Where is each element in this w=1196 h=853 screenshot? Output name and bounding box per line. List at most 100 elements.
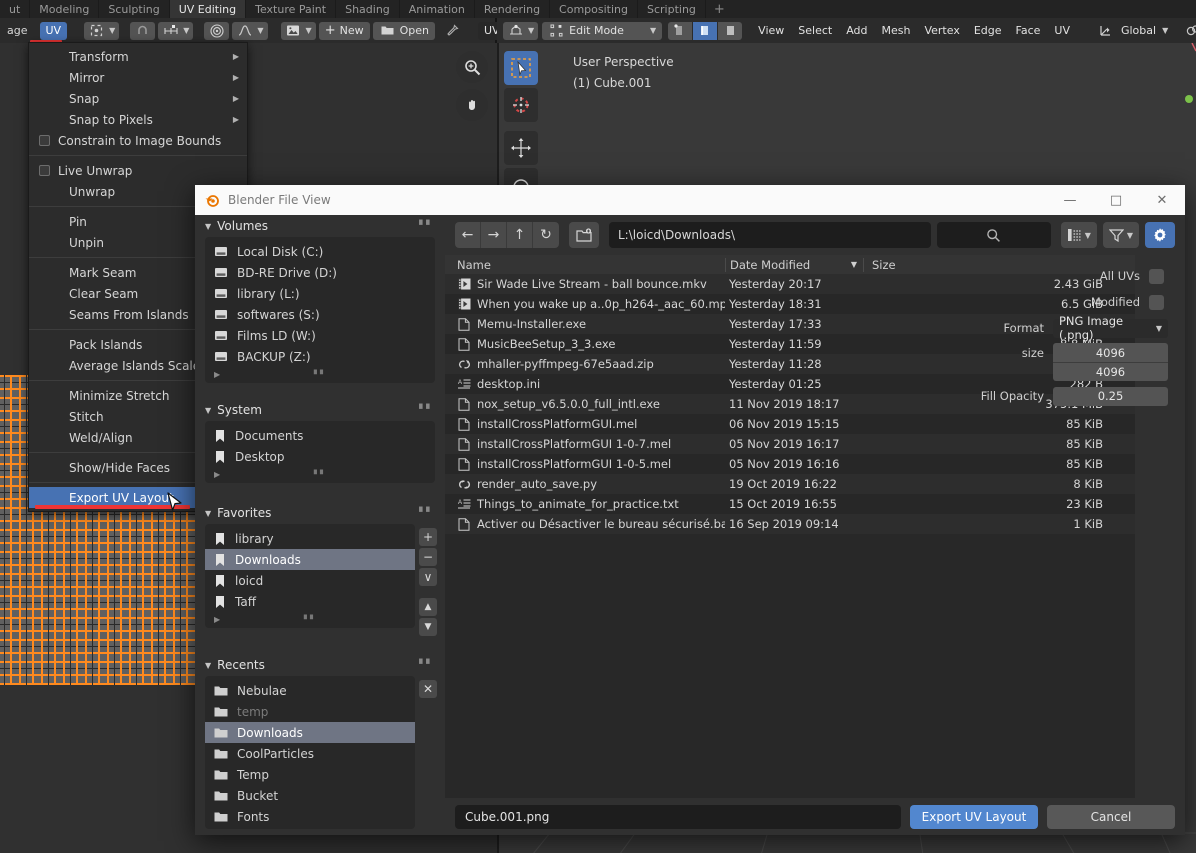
sidebar-item-temp[interactable]: temp [205,701,415,722]
modified-checkbox[interactable] [1149,294,1164,310]
sidebar-item-nebulae[interactable]: Nebulae [205,680,415,701]
sidebar-item-backup-z-[interactable]: BACKUP (Z:) [205,346,435,367]
menu-checkbox[interactable] [39,165,50,176]
sidebar-item-bucket[interactable]: Bucket [205,785,415,806]
view3d-menu-edge[interactable]: Edge [968,22,1008,40]
expand-triangle-icon[interactable]: ▶ [214,470,220,479]
sidebar-item-softwares-s-[interactable]: softwares (S:) [205,304,435,325]
size-y-field[interactable]: 4096 [1053,362,1168,381]
uv-select-mode-button[interactable]: UV [39,21,68,40]
workspace-tab-uv-editing[interactable]: UV Editing [169,0,247,18]
zoom-gizmo[interactable] [456,51,488,83]
sidebar-item-library-l-[interactable]: library (L:) [205,283,435,304]
table-row[interactable]: installCrossPlatformGUI 1-0-7.mel 05 Nov … [445,434,1135,454]
back-icon[interactable]: ← [455,222,481,248]
view3d-menu-face[interactable]: Face [1010,22,1047,40]
uv-snap-magnet-button[interactable] [130,21,156,40]
sidebar-section-header-system[interactable]: ▼ System ▘▘ [195,399,445,421]
column-header-date[interactable]: Date Modified ▼ [725,257,863,272]
table-row[interactable]: render_auto_save.py 19 Oct 2019 16:22 8 Ki… [445,474,1135,494]
favorites-button-1[interactable]: − [419,548,437,566]
recents-clear-button[interactable]: ✕ [419,680,437,698]
sidebar-item-desktop[interactable]: Desktop [205,446,435,467]
table-row[interactable]: Activer ou Désactiver le bureau sécurisé… [445,514,1135,534]
fill-opacity-field[interactable]: 0.25 [1053,386,1168,406]
open-image-button[interactable]: Open [372,21,435,40]
view3d-menu-mesh[interactable]: Mesh [876,22,917,40]
snap-button[interactable] [1178,22,1196,40]
sidebar-item-loicd[interactable]: loicd [205,570,415,591]
menu-checkbox[interactable] [39,135,50,146]
close-icon[interactable]: ✕ [1139,185,1185,215]
collapse-triangle-icon[interactable]: ▼ [205,661,211,670]
table-row[interactable]: installCrossPlatformGUI 1-0-5.mel 05 Nov … [445,454,1135,474]
tool-tweak-select[interactable] [504,51,538,85]
editor-type-button[interactable]: ▼ [503,21,539,40]
filename-input[interactable]: Cube.001.png [455,804,901,829]
pan-gizmo[interactable] [456,89,488,121]
minimize-icon[interactable]: — [1047,185,1093,215]
workspace-tab-scripting[interactable]: Scripting [638,0,706,18]
view3d-menu-vertex[interactable]: Vertex [918,22,965,40]
transform-orientation-dropdown[interactable]: Global ▼ [1092,22,1174,40]
table-row[interactable]: A Things_to_animate_for_practice.txt 15 Oc… [445,494,1135,514]
sidebar-item-coolparticles[interactable]: CoolParticles [205,743,415,764]
sidebar-item-taff[interactable]: Taff [205,591,415,612]
export-uv-layout-button[interactable]: Export UV Layout [910,804,1038,829]
size-x-field[interactable]: 4096 [1053,343,1168,362]
uv-image-browse-button[interactable]: ▼ [280,21,316,40]
workspace-tab-texture-paint[interactable]: Texture Paint [246,0,337,18]
sidebar-section-header-recents[interactable]: ▼ Recents ▘▘ [195,654,445,676]
menu-item-mirror[interactable]: Mirror ▶ [29,67,247,88]
favorites-move-button-1[interactable]: ▼ [419,618,437,636]
sidebar-item-bd-re-drive-d-[interactable]: BD-RE Drive (D:) [205,262,435,283]
cancel-button[interactable]: Cancel [1047,804,1175,829]
search-input[interactable] [936,222,1051,248]
workspace-tab-animation[interactable]: Animation [400,0,475,18]
tool-move[interactable] [504,131,538,165]
menu-item-snap[interactable]: Snap ▶ [29,88,247,109]
collapse-triangle-icon[interactable]: ▼ [205,406,211,415]
favorites-button-0[interactable]: + [419,528,437,546]
view3d-menu-uv[interactable]: UV [1048,22,1076,40]
menu-item-snap-to-pixels[interactable]: Snap to Pixels ▶ [29,109,247,130]
sidebar-item-temp[interactable]: Temp [205,764,415,785]
interaction-mode-dropdown[interactable]: Edit Mode ▼ [542,21,663,40]
collapse-triangle-icon[interactable]: ▼ [205,222,211,231]
collapse-triangle-icon[interactable]: ▼ [205,509,211,518]
new-image-button[interactable]: + New [318,21,370,40]
display-mode-dropdown[interactable]: ▼ [1060,222,1097,248]
workspace-tab-modeling[interactable]: Modeling [30,0,100,18]
view3d-menu-add[interactable]: Add [840,22,873,40]
view3d-menu-select[interactable]: Select [792,22,838,40]
workspace-tab-shading[interactable]: Shading [336,0,400,18]
view3d-menu-view[interactable]: View [752,22,790,40]
sidebar-item-documents[interactable]: Documents [205,425,435,446]
sidebar-item-downloads[interactable]: Downloads [205,549,415,570]
workspace-tab-sculpting[interactable]: Sculpting [99,0,170,18]
expand-triangle-icon[interactable]: ▶ [214,615,220,624]
sidebar-item-films-ld-w-[interactable]: Films LD (W:) [205,325,435,346]
menu-item-transform[interactable]: Transform ▶ [29,46,247,67]
maximize-icon[interactable]: □ [1093,185,1139,215]
forward-icon[interactable]: → [481,222,507,248]
table-row[interactable]: installCrossPlatformGUI.mel 06 Nov 2019 1… [445,414,1135,434]
add-workspace-button[interactable]: + [706,0,733,18]
sidebar-item-local-disk-c-[interactable]: Local Disk (C:) [205,241,435,262]
options-gear-button[interactable] [1145,222,1175,248]
sidebar-section-header-volumes[interactable]: ▼ Volumes ▘▘ [195,215,445,237]
vertex-select-mode-button[interactable] [668,21,693,40]
uv-sticky-selection-button[interactable]: ▼ [84,21,120,40]
favorites-move-button-0[interactable]: ▲ [419,598,437,616]
menu-item-constrain-to-image-bounds[interactable]: Constrain to Image Bounds [29,130,247,151]
column-header-name[interactable]: Name [445,258,725,272]
uv-snap-target-button[interactable]: ▼ [158,21,194,40]
refresh-icon[interactable]: ↻ [533,222,559,248]
all-uvs-checkbox[interactable] [1149,268,1164,284]
sidebar-item-downloads[interactable]: Downloads [205,722,415,743]
expand-triangle-icon[interactable]: ▶ [214,370,220,379]
sidebar-item-fonts[interactable]: Fonts [205,806,415,827]
sidebar-item-library[interactable]: library [205,528,415,549]
face-select-mode-button[interactable] [718,21,743,40]
format-dropdown[interactable]: PNG Image (.png) ▼ [1053,314,1168,342]
